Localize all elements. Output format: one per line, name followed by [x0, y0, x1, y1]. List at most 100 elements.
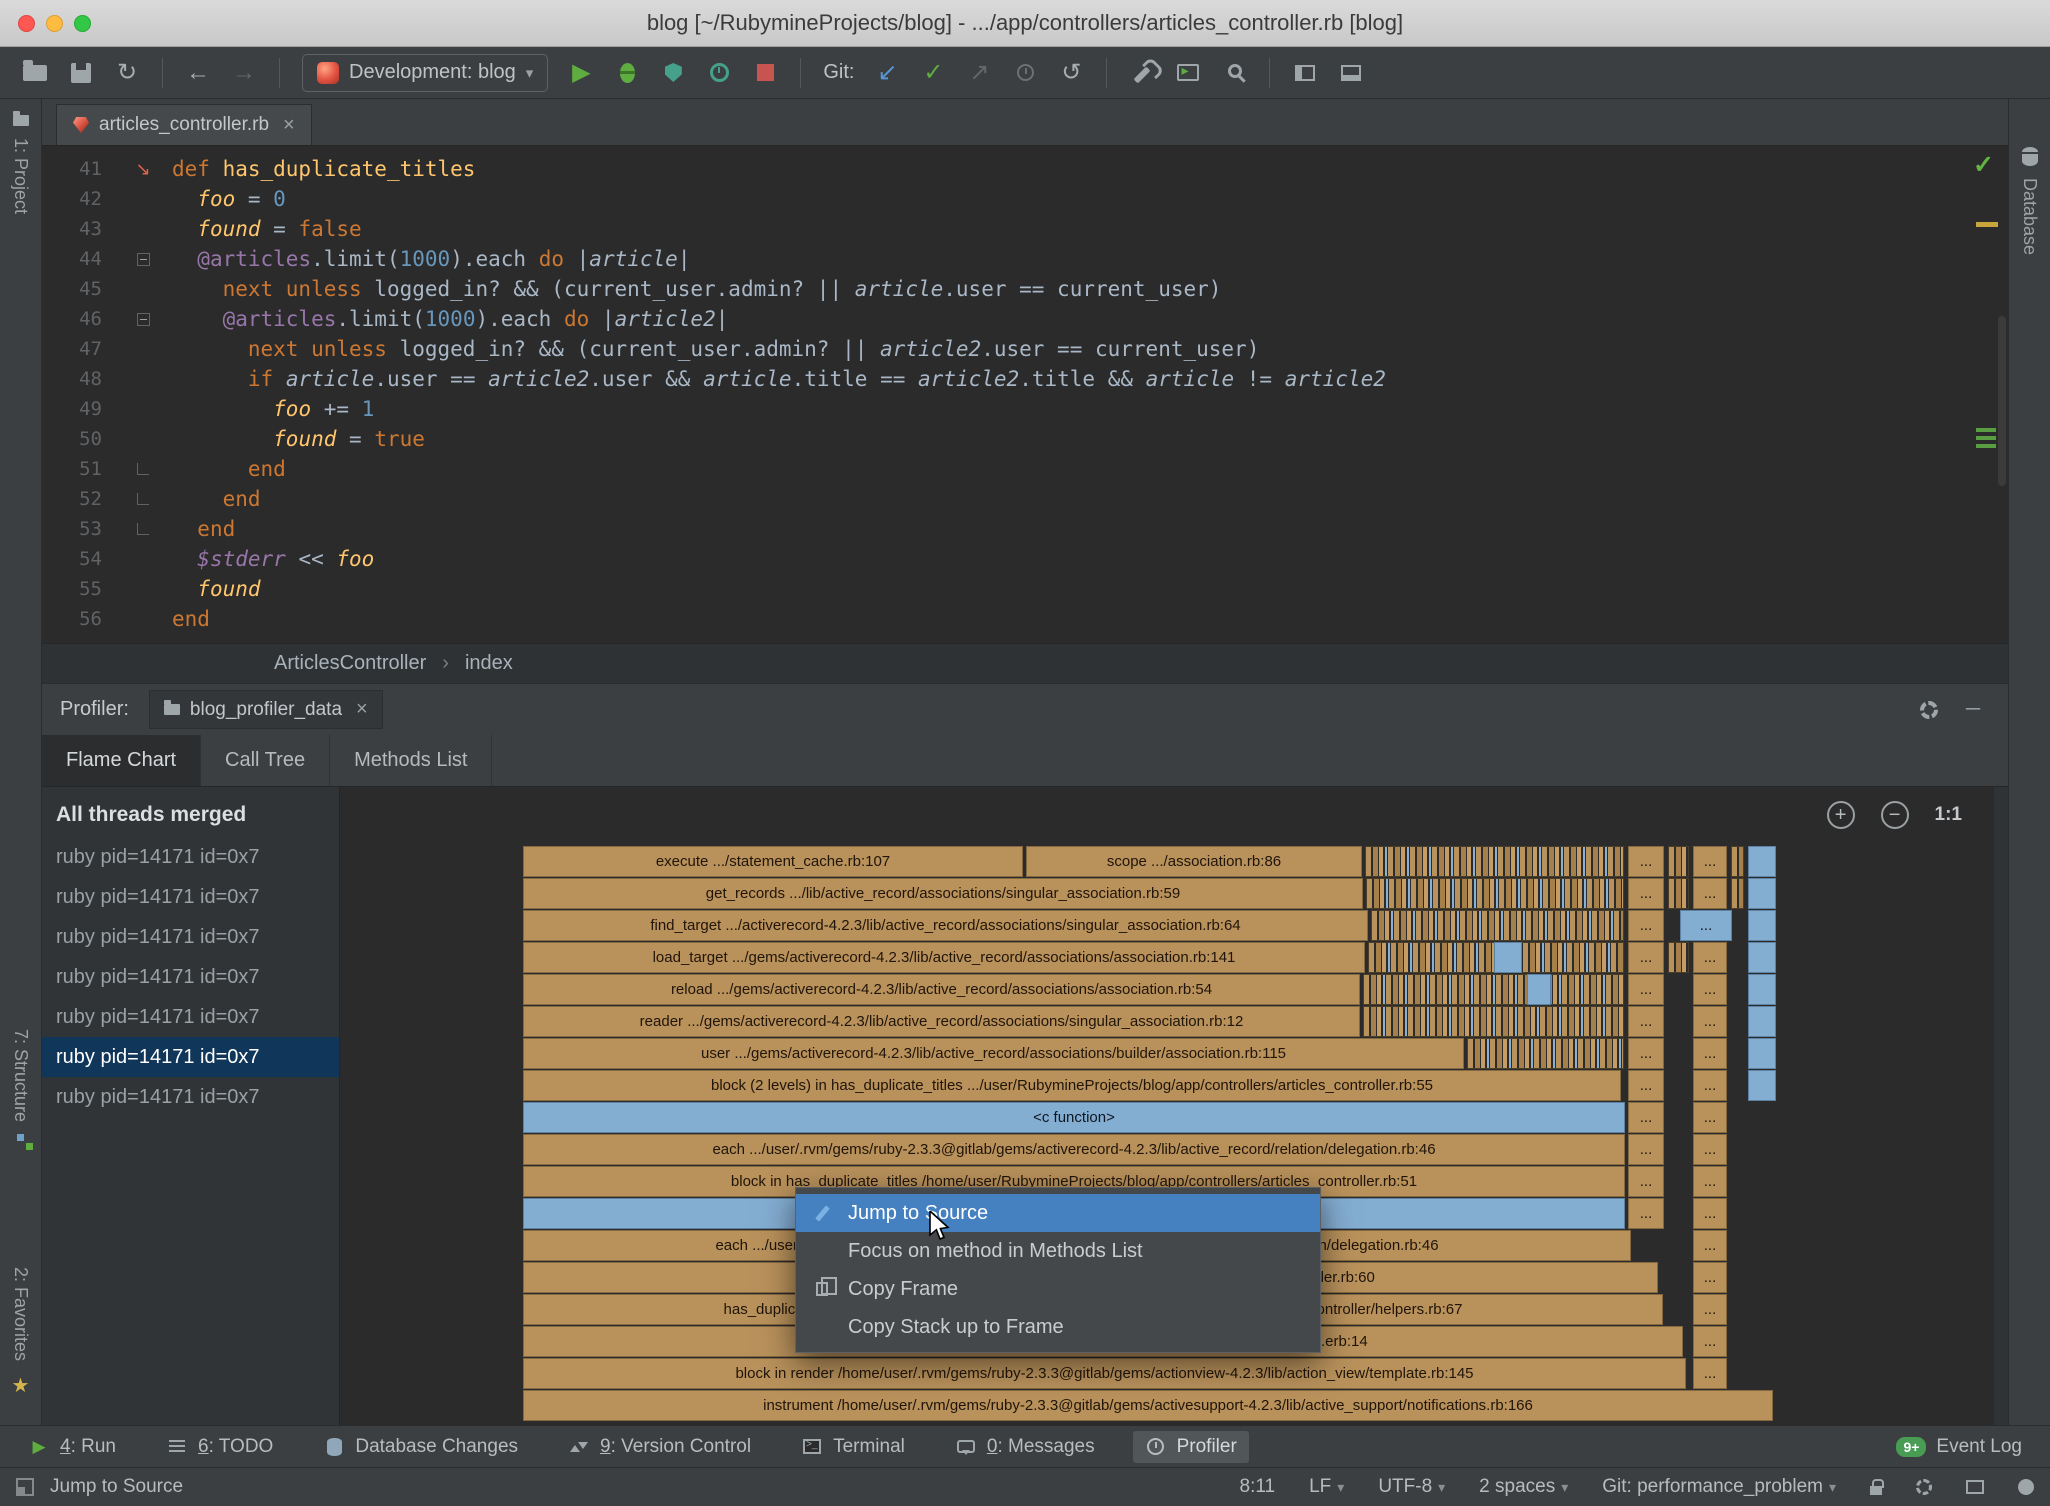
console-button[interactable]: [1167, 53, 1209, 93]
vcs-commit-button[interactable]: ✓: [912, 53, 954, 93]
flame-bar[interactable]: [1748, 1070, 1776, 1101]
flame-bar[interactable]: ...: [1628, 1102, 1664, 1133]
sidebar-item-favorites[interactable]: 2: Favorites ★: [0, 1267, 41, 1398]
debug-button[interactable]: [606, 53, 648, 93]
toolwindow-button-database-changes[interactable]: Database Changes: [311, 1431, 530, 1463]
tab-flame-chart[interactable]: Flame Chart: [42, 735, 201, 786]
flame-bar[interactable]: [1748, 878, 1776, 909]
flame-bar[interactable]: [1748, 910, 1776, 941]
status-widget-8-11[interactable]: 8:11: [1240, 1476, 1276, 1498]
fold-end-icon[interactable]: [137, 493, 149, 505]
flame-bar[interactable]: ...: [1628, 974, 1664, 1005]
toolwindow-button-0-messages[interactable]: 0: Messages: [943, 1431, 1107, 1463]
vcs-push-button[interactable]: ↗: [958, 53, 1000, 93]
menu-item-copy-frame[interactable]: Copy Frame: [796, 1270, 1320, 1308]
vcs-history-button[interactable]: [1004, 53, 1046, 93]
flame-bar[interactable]: [1668, 942, 1689, 973]
thread-item[interactable]: ruby pid=14171 id=0x7: [42, 1037, 339, 1077]
flame-bar[interactable]: ...: [1628, 1006, 1664, 1037]
forward-button[interactable]: →: [223, 53, 265, 93]
flame-bar[interactable]: ...: [1693, 1006, 1727, 1037]
flame-bar[interactable]: ...: [1628, 846, 1664, 877]
tab-methods-list[interactable]: Methods List: [330, 735, 492, 786]
flame-bar[interactable]: reload .../gems/activerecord-4.2.3/lib/a…: [523, 974, 1360, 1005]
flame-bar[interactable]: [1748, 1038, 1776, 1069]
minimize-window-button[interactable]: [46, 15, 63, 32]
flame-bar[interactable]: ...: [1693, 1326, 1727, 1357]
flame-bar[interactable]: ...: [1693, 1134, 1727, 1165]
open-button[interactable]: [14, 53, 56, 93]
synchronize-button[interactable]: ↻: [106, 53, 148, 93]
code-editor[interactable]: 41↘def has_duplicate_titles42 foo = 043 …: [42, 146, 2008, 643]
flame-bar[interactable]: find_target .../activerecord-4.2.3/lib/a…: [523, 910, 1368, 941]
editor-scrollbar[interactable]: [1998, 316, 2006, 486]
flame-bar[interactable]: block in render /home/user/.rvm/gems/rub…: [523, 1358, 1686, 1389]
flame-bar[interactable]: ...: [1693, 878, 1727, 909]
inspector-icon[interactable]: [2018, 1479, 2034, 1495]
gear-icon[interactable]: [1920, 701, 1938, 719]
zoom-out-icon[interactable]: −: [1881, 801, 1909, 829]
flame-bar[interactable]: ...: [1693, 1294, 1727, 1325]
menu-item-jump-to-source[interactable]: Jump to Source: [796, 1194, 1320, 1232]
flame-bar[interactable]: ...: [1693, 1262, 1727, 1293]
flame-bar[interactable]: get_records .../lib/active_record/associ…: [523, 878, 1363, 909]
flame-bar[interactable]: [1371, 910, 1624, 941]
flame-bar[interactable]: ...: [1628, 878, 1664, 909]
hide-windows-button[interactable]: [1330, 53, 1372, 93]
flame-bar[interactable]: reader .../gems/activerecord-4.2.3/lib/a…: [523, 1006, 1360, 1037]
flame-bar[interactable]: ...: [1628, 942, 1664, 973]
flame-bar[interactable]: ...: [1693, 1230, 1727, 1261]
flame-bar[interactable]: each .../user/.rvm/gems/ruby-2.3.3@gitla…: [523, 1134, 1625, 1165]
flame-scrollbar[interactable]: [1994, 787, 2008, 1425]
flame-bar[interactable]: <c function>: [523, 1102, 1625, 1133]
flame-bar[interactable]: ...: [1680, 910, 1732, 941]
thread-item[interactable]: ruby pid=14171 id=0x7: [42, 917, 339, 957]
flame-bar[interactable]: [1363, 974, 1624, 1005]
flame-bar[interactable]: block (2 levels) in has_duplicate_titles…: [523, 1070, 1621, 1101]
flame-bar[interactable]: ...: [1628, 1038, 1664, 1069]
flame-bar[interactable]: user .../gems/activerecord-4.2.3/lib/act…: [523, 1038, 1464, 1069]
editor-tab-articles-controller[interactable]: articles_controller.rb ×: [56, 104, 312, 145]
run-with-coverage-button[interactable]: [652, 53, 694, 93]
flame-bar[interactable]: ...: [1628, 1166, 1664, 1197]
close-icon[interactable]: ×: [356, 698, 368, 721]
flame-bar[interactable]: [1494, 942, 1522, 973]
flame-bar[interactable]: ...: [1693, 1358, 1727, 1389]
zoom-reset-button[interactable]: 1:1: [1935, 804, 1962, 826]
menu-item-focus-on-method-in-methods-list[interactable]: Focus on method in Methods List: [796, 1232, 1320, 1270]
flame-bar[interactable]: ...: [1693, 1070, 1727, 1101]
status-widget-utf-8[interactable]: UTF-8▾: [1378, 1476, 1445, 1498]
status-widget-2-spaces[interactable]: 2 spaces▾: [1479, 1476, 1568, 1498]
flame-bar[interactable]: [1731, 878, 1744, 909]
flame-bar[interactable]: [1748, 974, 1776, 1005]
menu-item-copy-stack-up-to-frame[interactable]: Copy Stack up to Frame: [796, 1308, 1320, 1346]
lock-icon[interactable]: [1870, 1486, 1882, 1495]
flame-bar[interactable]: [1748, 942, 1776, 973]
flame-chart-area[interactable]: + − 1:1 execute .../statement_cache.rb:1…: [340, 787, 2008, 1425]
fold-icon[interactable]: [137, 253, 150, 266]
flame-bar[interactable]: [1527, 974, 1551, 1005]
flame-bar[interactable]: [1363, 1006, 1624, 1037]
flame-bar[interactable]: load_target .../gems/activerecord-4.2.3/…: [523, 942, 1365, 973]
back-button[interactable]: ←: [177, 53, 219, 93]
breadcrumb-action[interactable]: index: [465, 652, 513, 675]
status-widget-lf[interactable]: LF▾: [1309, 1476, 1344, 1498]
save-all-button[interactable]: [60, 53, 102, 93]
profiler-data-tab[interactable]: blog_profiler_data ×: [149, 690, 383, 729]
restore-layout-button[interactable]: [1284, 53, 1326, 93]
screen-icon[interactable]: [1966, 1480, 1984, 1494]
settings-gear-icon[interactable]: [1916, 1479, 1932, 1495]
vcs-rollback-button[interactable]: ↺: [1050, 53, 1092, 93]
fold-end-icon[interactable]: [137, 463, 149, 475]
flame-bar[interactable]: [1668, 878, 1689, 909]
flame-bar[interactable]: [1668, 846, 1689, 877]
toolwindow-toggle-icon[interactable]: [16, 1478, 34, 1496]
flame-bar[interactable]: instrument /home/user/.rvm/gems/ruby-2.3…: [523, 1390, 1773, 1421]
settings-button[interactable]: [1121, 53, 1163, 93]
status-widget-git-performance-problem[interactable]: Git: performance_problem▾: [1602, 1476, 1836, 1498]
flame-bar[interactable]: [1366, 878, 1624, 909]
toolwindow-button-event-log[interactable]: 9+ Event Log: [1884, 1431, 2034, 1463]
flame-bar[interactable]: ...: [1628, 1134, 1664, 1165]
navigation-arrow-icon[interactable]: ↘: [135, 154, 150, 184]
toolwindow-button-4-run[interactable]: ▶4: Run: [16, 1431, 128, 1463]
